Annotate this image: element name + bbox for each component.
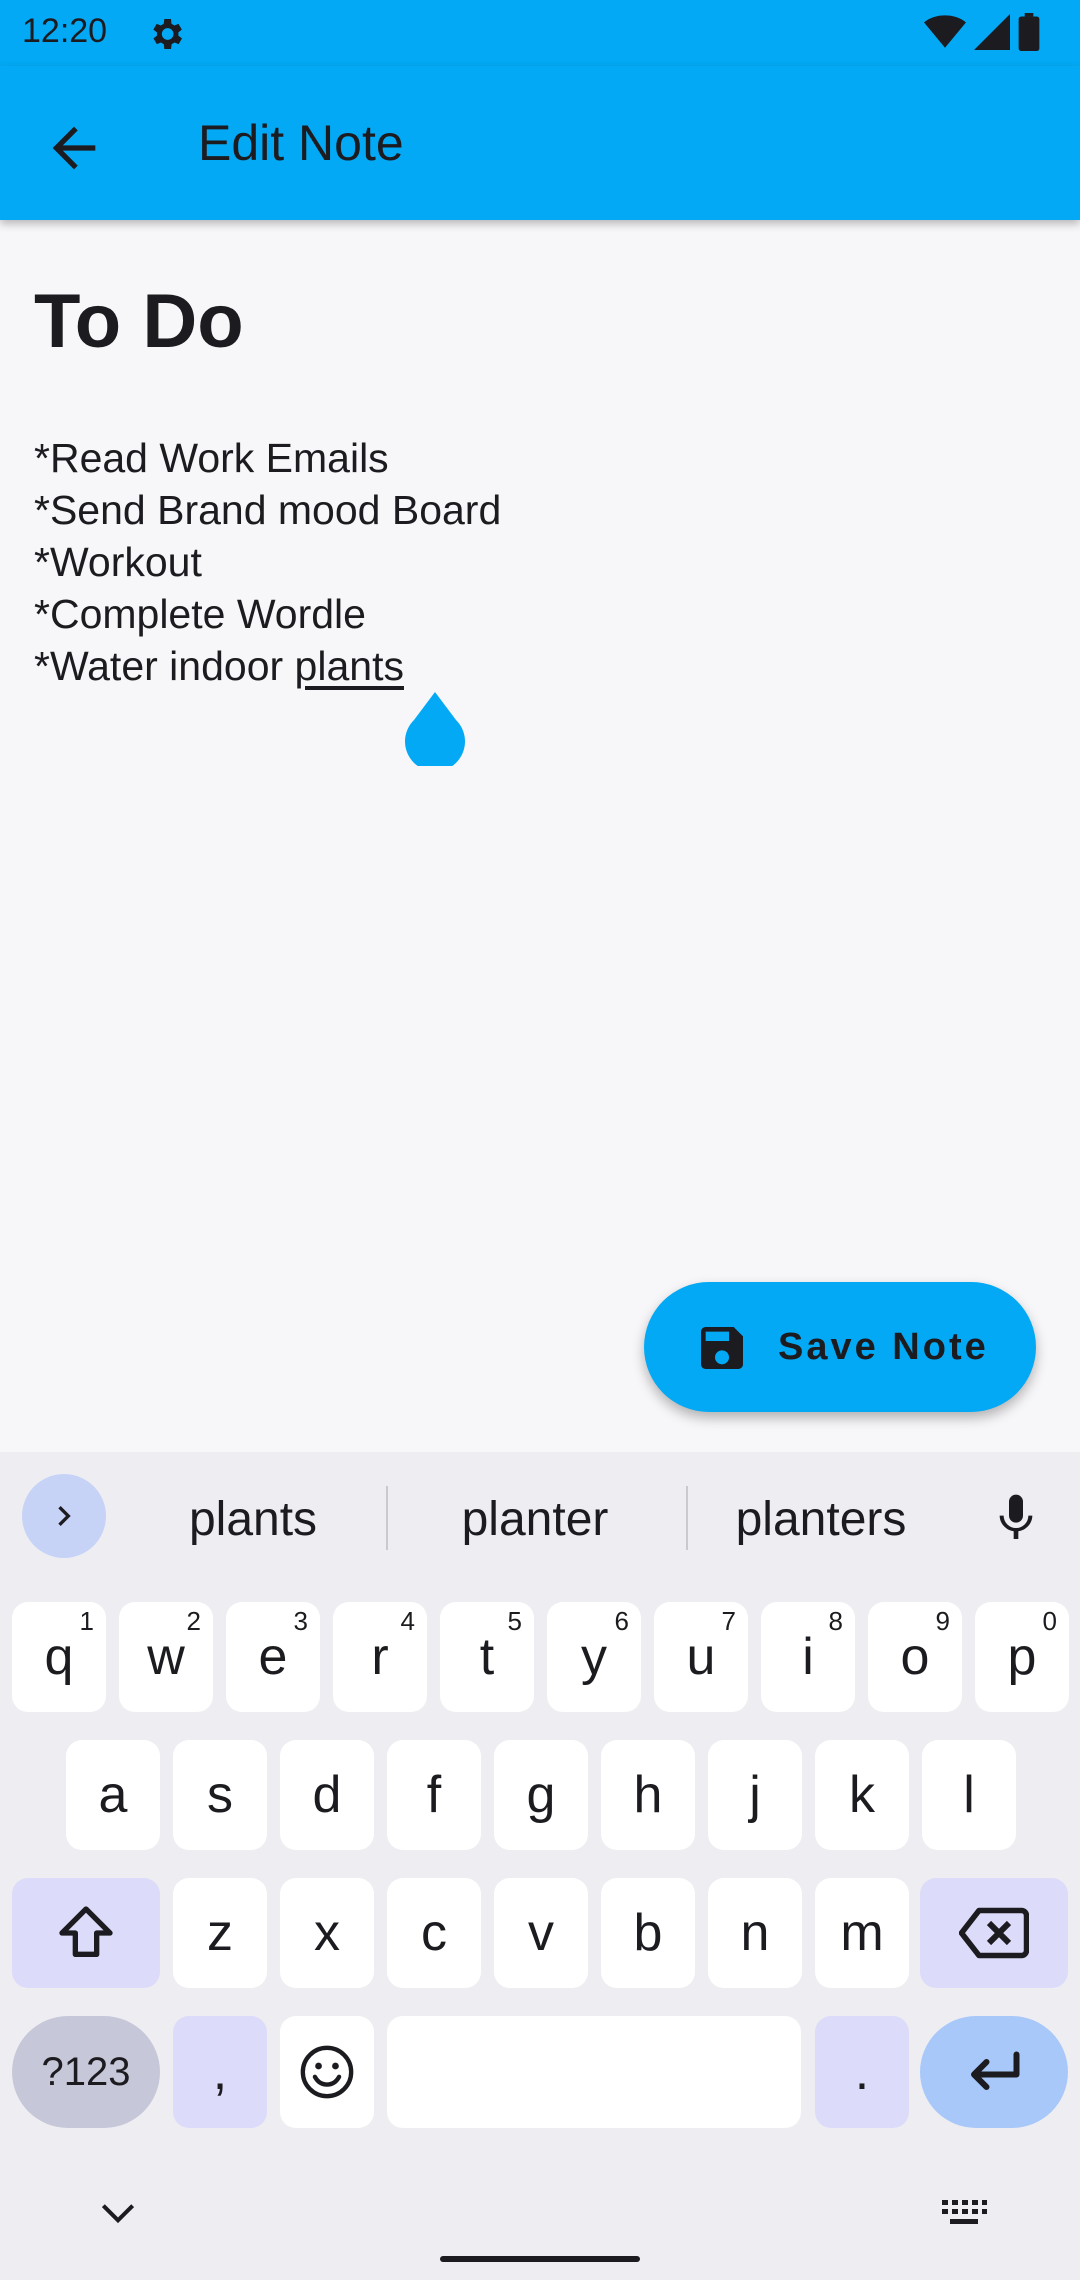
key-hint: 5 <box>507 1606 522 1636</box>
key-y[interactable]: y6 <box>547 1602 641 1712</box>
key-d[interactable]: d <box>280 1740 374 1850</box>
save-note-label: Save Note <box>778 1326 989 1368</box>
backspace-key[interactable] <box>920 1878 1068 1988</box>
microphone-icon[interactable] <box>988 1488 1044 1548</box>
suggestion-plants[interactable]: plants <box>150 1492 356 1547</box>
key-r[interactable]: r4 <box>333 1602 427 1712</box>
key-j[interactable]: j <box>708 1740 802 1850</box>
battery-icon <box>1018 12 1040 56</box>
key-hint: 6 <box>614 1606 629 1636</box>
note-line: *Send Brand mood Board <box>34 487 502 533</box>
suggestion-divider <box>386 1486 388 1550</box>
keyboard-switch-icon[interactable] <box>940 2198 988 2228</box>
key-label: p <box>1007 1628 1037 1686</box>
key-z[interactable]: z <box>173 1878 267 1988</box>
key-s[interactable]: s <box>173 1740 267 1850</box>
key-p[interactable]: p0 <box>975 1602 1069 1712</box>
key-o[interactable]: o9 <box>868 1602 962 1712</box>
suggestion-strip: plants planter planters <box>0 1452 1080 1582</box>
app-bar: Edit Note <box>0 66 1080 220</box>
settings-gear-icon <box>146 14 186 54</box>
key-t[interactable]: t5 <box>440 1602 534 1712</box>
suggestion-planter[interactable]: planter <box>420 1492 650 1547</box>
key-b[interactable]: b <box>601 1878 695 1988</box>
key-label: i <box>802 1628 814 1686</box>
keyboard-expand-button[interactable] <box>22 1474 106 1558</box>
key-hint: 2 <box>186 1606 201 1636</box>
note-body-field[interactable]: *Read Work Emails *Send Brand mood Board… <box>34 432 501 692</box>
system-icons <box>924 12 1040 56</box>
key-n[interactable]: n <box>708 1878 802 1988</box>
key-label: w <box>147 1628 185 1686</box>
text-cursor-handle[interactable] <box>404 692 466 772</box>
back-arrow-icon[interactable] <box>42 116 106 180</box>
key-g[interactable]: g <box>494 1740 588 1850</box>
emoji-smiley-icon <box>300 2045 354 2099</box>
suggestion-planters[interactable]: planters <box>706 1492 936 1547</box>
wifi-icon <box>924 14 966 55</box>
save-note-button[interactable]: Save Note <box>644 1282 1036 1412</box>
note-line-current: *Water indoor plants <box>34 640 501 692</box>
symbols-key[interactable]: ?123 <box>12 2016 160 2128</box>
key-m[interactable]: m <box>815 1878 909 1988</box>
key-k[interactable]: k <box>815 1740 909 1850</box>
key-v[interactable]: v <box>494 1878 588 1988</box>
key-label: e <box>258 1628 288 1686</box>
home-indicator[interactable] <box>440 2256 640 2262</box>
note-line-prefix: *Water indoor <box>34 643 295 689</box>
save-floppy-icon <box>694 1320 750 1376</box>
status-time: 12:20 <box>22 12 108 50</box>
key-hint: 4 <box>400 1606 415 1636</box>
period-key[interactable]: . <box>815 2016 909 2128</box>
key-i[interactable]: i8 <box>761 1602 855 1712</box>
key-e[interactable]: e3 <box>226 1602 320 1712</box>
backspace-icon <box>959 1907 1029 1959</box>
enter-arrow-icon <box>971 2051 1020 2090</box>
key-a[interactable]: a <box>66 1740 160 1850</box>
cellular-signal-icon <box>974 13 1010 55</box>
shift-arrow-icon <box>59 1906 113 1957</box>
key-f[interactable]: f <box>387 1740 481 1850</box>
key-hint: 7 <box>721 1606 736 1636</box>
composing-word: plants <box>294 643 404 689</box>
soft-keyboard: plants planter planters q1 w2 e3 r4 t5 y… <box>0 1452 1080 2280</box>
hide-keyboard-chevron-icon[interactable] <box>96 2198 140 2228</box>
note-title-field[interactable]: To Do <box>34 278 244 365</box>
key-c[interactable]: c <box>387 1878 481 1988</box>
note-line: *Complete Wordle <box>34 591 366 637</box>
key-label: r <box>371 1628 389 1686</box>
key-h[interactable]: h <box>601 1740 695 1850</box>
key-label: y <box>581 1628 607 1686</box>
status-bar: 12:20 <box>0 0 1080 66</box>
enter-key[interactable] <box>920 2016 1068 2128</box>
suggestion-divider <box>686 1486 688 1550</box>
key-hint: 9 <box>935 1606 950 1636</box>
key-hint: 1 <box>79 1606 94 1636</box>
key-x[interactable]: x <box>280 1878 374 1988</box>
key-q[interactable]: q1 <box>12 1602 106 1712</box>
key-hint: 0 <box>1042 1606 1057 1636</box>
key-label: t <box>479 1628 495 1686</box>
key-hint: 8 <box>828 1606 843 1636</box>
shift-key[interactable] <box>12 1878 160 1988</box>
comma-key[interactable]: , <box>173 2016 267 2128</box>
key-u[interactable]: u7 <box>654 1602 748 1712</box>
page-title: Edit Note <box>198 115 404 171</box>
key-label: q <box>44 1628 74 1686</box>
key-w[interactable]: w2 <box>119 1602 213 1712</box>
emoji-key[interactable] <box>280 2016 374 2128</box>
key-label: o <box>900 1628 930 1686</box>
chevron-right-icon <box>58 1506 71 1526</box>
spacebar-key[interactable] <box>387 2016 801 2128</box>
key-label: u <box>686 1628 716 1686</box>
note-line: *Read Work Emails <box>34 435 389 481</box>
key-hint: 3 <box>293 1606 308 1636</box>
key-l[interactable]: l <box>922 1740 1016 1850</box>
note-line: *Workout <box>34 539 202 585</box>
